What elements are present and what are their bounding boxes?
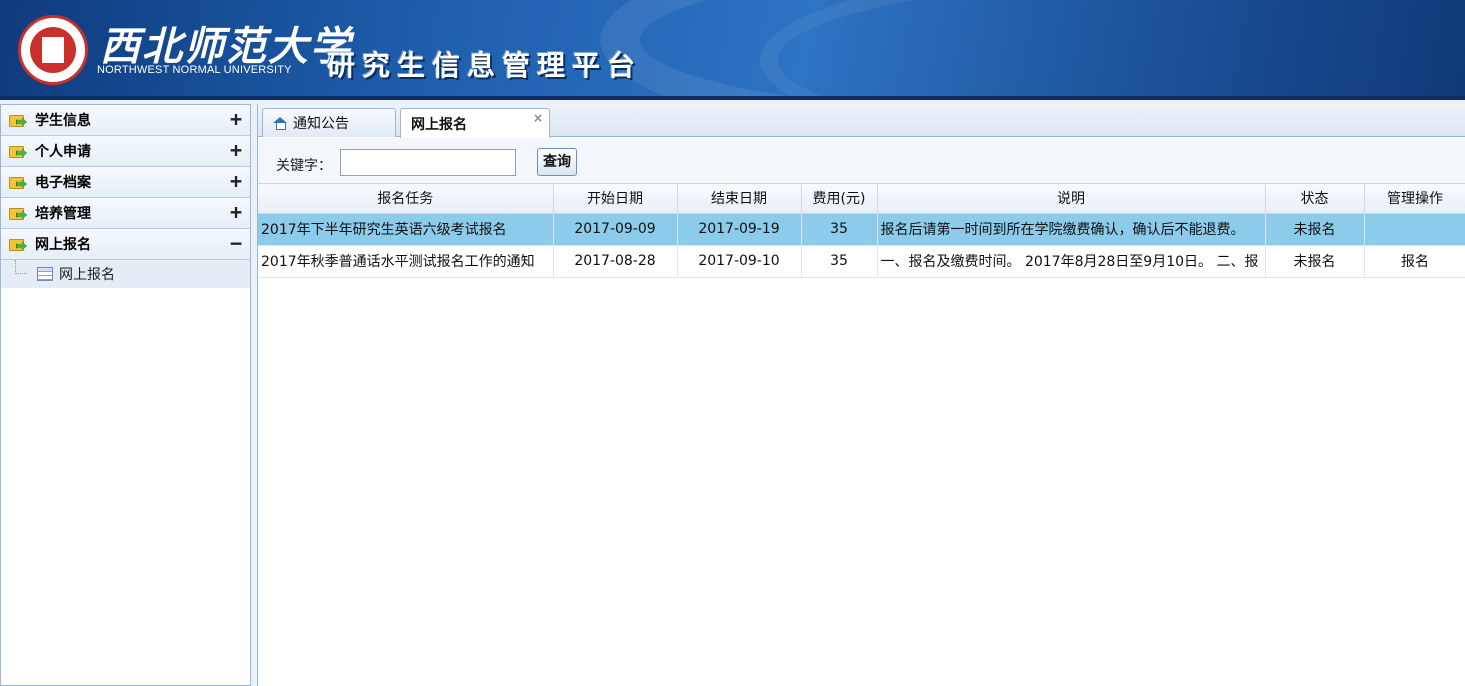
- tab-label: 网上报名: [411, 116, 467, 133]
- register-link[interactable]: 报名: [1364, 245, 1465, 278]
- search-toolbar: 关键字： 查询: [258, 138, 1465, 184]
- expand-icon[interactable]: +: [230, 109, 242, 129]
- expand-icon[interactable]: +: [230, 171, 242, 191]
- sidebar-section-training-management[interactable]: 培养管理 +: [1, 198, 250, 229]
- sidebar-section-label: 培养管理: [35, 206, 91, 222]
- end-date-cell: 2017-09-19: [677, 213, 802, 246]
- sidebar-section-label: 个人申请: [35, 144, 91, 160]
- column-header[interactable]: 开始日期: [553, 184, 678, 214]
- table-icon: [37, 267, 53, 281]
- start-date-cell: 2017-09-09: [553, 213, 678, 246]
- tab-notice[interactable]: 通知公告: [262, 108, 396, 137]
- collapse-icon[interactable]: −: [230, 233, 242, 253]
- tab-online-registration[interactable]: 网上报名 ×: [400, 108, 550, 138]
- sidebar-item-label: 网上报名: [59, 267, 115, 283]
- column-header[interactable]: 状态: [1265, 184, 1365, 214]
- fee-cell: 35: [801, 245, 878, 278]
- search-button[interactable]: 查询: [537, 148, 577, 176]
- keyword-input[interactable]: [340, 149, 516, 176]
- sidebar-section-online-registration[interactable]: 网上报名 −: [1, 229, 250, 260]
- tab-label: 通知公告: [293, 116, 349, 132]
- column-header[interactable]: 费用(元): [801, 184, 878, 214]
- home-icon: [273, 117, 287, 130]
- expand-icon[interactable]: +: [230, 140, 242, 160]
- fee-cell: 35: [801, 213, 878, 246]
- close-icon[interactable]: ×: [533, 111, 543, 125]
- sidebar-item-online-registration[interactable]: 网上报名: [1, 260, 250, 288]
- platform-title: 研究生信息管理平台: [327, 49, 643, 82]
- task-cell: 2017年秋季普通话水平测试报名工作的通知: [258, 245, 554, 278]
- university-logo-icon: [18, 15, 88, 85]
- folder-arrow-icon: [9, 144, 29, 159]
- tab-bar: 通知公告 网上报名 ×: [258, 104, 1465, 138]
- header-banner: 西北师范大学 NORTHWEST NORMAL UNIVERSITY 研究生信息…: [0, 0, 1465, 100]
- sidebar-section-personal-application[interactable]: 个人申请 +: [1, 136, 250, 167]
- sidebar-section-e-archive[interactable]: 电子档案 +: [1, 167, 250, 198]
- column-header[interactable]: 结束日期: [677, 184, 802, 214]
- table-row[interactable]: 2017年下半年研究生英语六级考试报名 2017-09-09 2017-09-1…: [258, 213, 1465, 246]
- table-row[interactable]: 2017年秋季普通话水平测试报名工作的通知 2017-08-28 2017-09…: [258, 245, 1465, 278]
- description-cell: 报名后请第一时间到所在学院缴费确认，确认后不能退费。: [877, 213, 1266, 246]
- folder-arrow-icon: [9, 113, 29, 128]
- main-panel: 通知公告 网上报名 × 关键字： 查询 报名任务 开始日期 结束日期 费用(元)…: [257, 104, 1465, 686]
- status-cell: 未报名: [1265, 245, 1365, 278]
- description-cell: 一、报名及缴费时间。 2017年8月28日至9月10日。 二、报: [877, 245, 1266, 278]
- column-header[interactable]: 报名任务: [258, 184, 554, 214]
- university-name-en: NORTHWEST NORMAL UNIVERSITY: [97, 64, 292, 76]
- table-header-row: 报名任务 开始日期 结束日期 费用(元) 说明 状态 管理操作: [258, 184, 1465, 214]
- folder-arrow-icon: [9, 175, 29, 190]
- task-cell: 2017年下半年研究生英语六级考试报名: [258, 213, 554, 246]
- expand-icon[interactable]: +: [230, 202, 242, 222]
- sidebar-section-student-info[interactable]: 学生信息 +: [1, 105, 250, 136]
- action-cell: [1364, 213, 1465, 246]
- sidebar: 学生信息 + 个人申请 + 电子档案 + 培养管理 + 网上报名 − 网上报名: [0, 104, 251, 686]
- column-header[interactable]: 管理操作: [1364, 184, 1465, 214]
- sidebar-section-label: 网上报名: [35, 237, 91, 253]
- banner-decoration: [760, 0, 1465, 100]
- folder-arrow-icon: [9, 237, 29, 252]
- keyword-label: 关键字：: [276, 158, 332, 174]
- status-cell: 未报名: [1265, 213, 1365, 246]
- registration-table: 报名任务 开始日期 结束日期 费用(元) 说明 状态 管理操作 2017年下半年…: [258, 184, 1465, 278]
- end-date-cell: 2017-09-10: [677, 245, 802, 278]
- sidebar-section-label: 学生信息: [35, 113, 91, 129]
- start-date-cell: 2017-08-28: [553, 245, 678, 278]
- column-header[interactable]: 说明: [877, 184, 1266, 214]
- sidebar-section-label: 电子档案: [35, 175, 91, 191]
- folder-arrow-icon: [9, 206, 29, 221]
